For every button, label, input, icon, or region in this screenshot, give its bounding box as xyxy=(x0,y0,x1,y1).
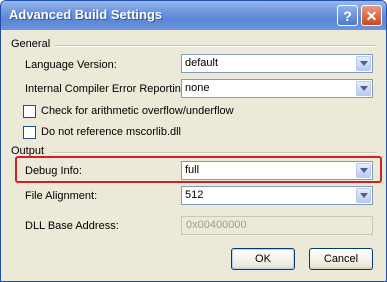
cancel-button[interactable]: Cancel xyxy=(309,248,373,270)
window-title: Advanced Build Settings xyxy=(9,7,163,22)
compiler-error-reporting-dropdown[interactable]: none xyxy=(181,79,373,98)
language-version-label: Language Version: xyxy=(25,59,117,71)
check-overflow-label[interactable]: Check for arithmetic overflow/underflow xyxy=(41,105,234,117)
compiler-error-reporting-value: none xyxy=(185,82,210,94)
language-version-dropdown[interactable]: default xyxy=(181,54,373,73)
check-overflow-checkbox[interactable] xyxy=(23,105,36,118)
file-alignment-value: 512 xyxy=(185,189,204,201)
help-button[interactable]: ? xyxy=(337,5,358,26)
dll-base-address-value: 0x00400000 xyxy=(186,219,247,231)
chevron-down-icon[interactable] xyxy=(356,188,371,203)
close-button[interactable]: ✕ xyxy=(361,5,382,26)
dll-base-address-label: DLL Base Address: xyxy=(25,220,119,232)
file-alignment-label: File Alignment: xyxy=(25,190,98,202)
help-icon: ? xyxy=(343,8,352,24)
title-bar[interactable]: Advanced Build Settings ? ✕ xyxy=(1,1,386,30)
chevron-down-icon[interactable] xyxy=(356,81,371,96)
no-mscorlib-label[interactable]: Do not reference mscorlib.dll xyxy=(41,126,181,138)
dialog-window: Advanced Build Settings ? ✕ General Lang… xyxy=(0,0,387,282)
general-heading: General xyxy=(11,38,51,50)
ok-button[interactable]: OK xyxy=(231,248,295,270)
chevron-down-icon[interactable] xyxy=(356,56,371,71)
language-version-value: default xyxy=(185,57,219,69)
general-separator xyxy=(55,45,377,47)
compiler-error-reporting-label: Internal Compiler Error Reporting: xyxy=(25,83,191,95)
close-icon: ✕ xyxy=(365,8,378,24)
no-mscorlib-checkbox[interactable] xyxy=(23,126,36,139)
dialog-body: General Language Version: default Intern… xyxy=(5,30,382,276)
file-alignment-dropdown[interactable]: 512 xyxy=(181,186,373,205)
dll-base-address-field: 0x00400000 xyxy=(181,216,373,235)
output-separator xyxy=(51,152,377,154)
debug-info-highlight xyxy=(15,156,382,183)
